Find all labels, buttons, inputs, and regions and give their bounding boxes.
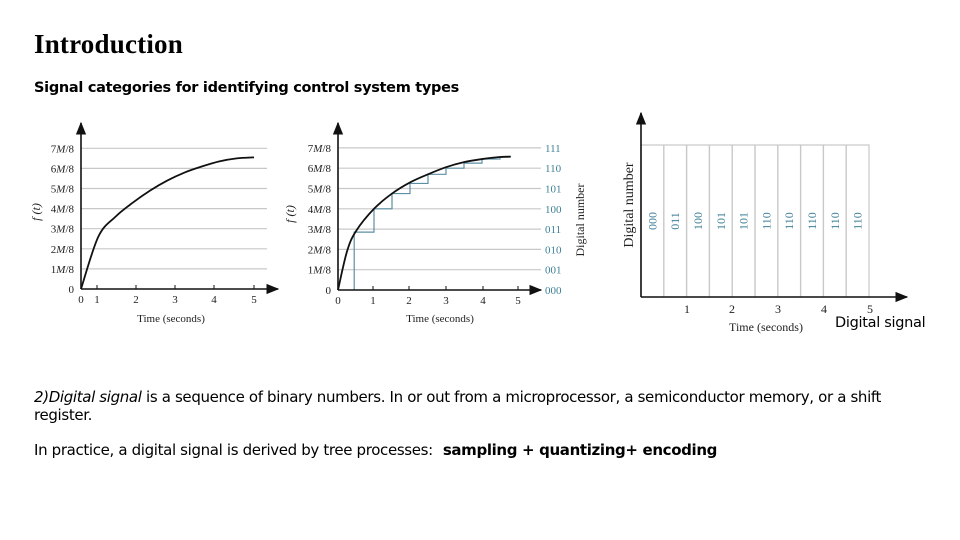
c2-y2-axis-label: Digital number <box>573 184 587 257</box>
c2-digital-tick-label: 100 <box>545 204 562 216</box>
digital-signal-caption: Digital signal <box>835 315 926 331</box>
c2-y-tick-label: 4M/8 <box>308 204 332 216</box>
c1-y-tick-label: 2M/8 <box>51 244 75 256</box>
c3-x-tick-label: 2 <box>729 302 735 316</box>
c2-x-tick-label: 2 <box>406 295 412 307</box>
c2-y-tick-label: 1M/8 <box>308 265 332 277</box>
c2-y-tick-label: 6M/8 <box>308 163 332 175</box>
c2-gridlines <box>338 147 541 271</box>
c2-y-tick-labels: 0 1M/8 2M/8 3M/8 4M/8 5M/8 6M/8 7M/8 <box>308 143 332 297</box>
c2-digital-tick-label: 101 <box>545 184 562 196</box>
c3-x-tick-label: 3 <box>775 302 781 316</box>
definition-term: 2)Digital signal <box>34 388 142 406</box>
analog-signal-chart: 01M/82M/83M/84M/85M/86M/87M/8 012345 Tim… <box>29 121 280 325</box>
c1-y-axis-label: f (t) <box>29 203 43 221</box>
c1-y-tick-label: 4M/8 <box>51 204 75 216</box>
c3-x-axis-label: Time (seconds) <box>729 320 803 334</box>
c3-x-tick-label: 5 <box>867 302 873 316</box>
c1-y-tick-label: 0 <box>69 284 75 296</box>
c3-code-label: 110 <box>828 212 842 230</box>
c1-y-tick-label: 6M/8 <box>51 163 75 175</box>
c1-x-tick-label: 4 <box>211 294 217 306</box>
c3-code-cells: 000 011 100 101 101 110 110 110 110 110 <box>645 145 865 297</box>
c1-y-tick-label: 3M/8 <box>51 224 75 236</box>
c3-code-label: 110 <box>851 212 865 230</box>
definition-text: is a sequence of binary numbers. In or o… <box>34 388 882 424</box>
c2-x-tick-label: 5 <box>515 295 521 307</box>
c1-x-tick-label: 1 <box>94 294 100 306</box>
c2-digital-tick-label: 001 <box>545 265 562 277</box>
c1-x-tick-label: 0 <box>78 294 84 306</box>
digital-signal-chart: 000 011 100 101 101 110 110 110 110 110 1 2 3 4 5 Tim… <box>622 111 909 334</box>
c2-x-axis-label: Time (seconds) <box>406 313 474 325</box>
c2-x-tick-label: 1 <box>370 295 376 307</box>
c3-code-label: 100 <box>691 212 705 230</box>
c1-x-axis-label: Time (seconds) <box>137 313 205 325</box>
c3-code-label: 101 <box>714 212 728 230</box>
c3-code-label: 000 <box>645 212 659 230</box>
c1-x-tick-label: 5 <box>251 294 257 306</box>
c2-y-tick-label: 5M/8 <box>308 184 332 196</box>
c1-x-tick-label: 2 <box>133 294 139 306</box>
c1-y-tick-label: 5M/8 <box>51 184 75 196</box>
c3-x-tick-labels: 1 2 3 4 5 <box>684 302 873 316</box>
c3-code-label: 011 <box>668 212 682 230</box>
digital-signal-definition: 2)Digital signal is a sequence of binary… <box>34 388 934 424</box>
c3-code-label: 110 <box>782 212 796 230</box>
c3-x-tick-label: 1 <box>684 302 690 316</box>
c3-code-label: 110 <box>759 212 773 230</box>
c2-digital-tick-label: 110 <box>545 163 562 175</box>
c2-y-tick-label: 2M/8 <box>308 244 332 256</box>
c2-y-tick-label: 3M/8 <box>308 224 332 236</box>
c1-gridlines <box>81 147 267 270</box>
process-statement: In practice, a digital signal is derived… <box>34 441 934 459</box>
c2-y-tick-label: 0 <box>326 285 332 297</box>
c3-code-label: 101 <box>737 212 751 230</box>
c1-y-tick-label: 7M/8 <box>51 143 75 155</box>
c1-y-tick-label: 1M/8 <box>51 264 75 276</box>
c2-y-tick-label: 7M/8 <box>308 143 332 155</box>
c1-x-tick-labels: 01 2 3 4 5 <box>78 285 257 306</box>
c3-code-label: 110 <box>805 212 819 230</box>
c2-digital-labels: 000 001 010 011 100 101 110 111 <box>545 143 562 297</box>
c2-x-tick-label: 4 <box>480 295 486 307</box>
c2-x-tick-label: 0 <box>335 295 341 307</box>
c2-digital-tick-label: 011 <box>545 224 561 236</box>
c2-digital-tick-label: 111 <box>545 143 561 155</box>
process-text: In practice, a digital signal is derived… <box>34 441 433 459</box>
c2-x-tick-label: 3 <box>443 295 449 307</box>
sampled-signal-chart: 01M/82M/83M/84M/85M/86M/87M/8 0000010100… <box>283 121 587 325</box>
c1-x-tick-label: 3 <box>172 294 178 306</box>
c1-y-tick-labels: 0 1M/8 2M/8 3M/8 4M/8 5M/8 6M/8 7M/8 <box>51 143 75 296</box>
c3-x-tick-label: 4 <box>821 302 827 316</box>
c3-y-axis-label: Digital number <box>622 162 637 247</box>
process-steps: sampling + quantizing+ encoding <box>442 441 718 459</box>
signal-figures: 01M/82M/83M/84M/85M/86M/87M/8 012345 Tim… <box>29 111 909 334</box>
c2-digital-tick-label: 010 <box>545 244 562 256</box>
c2-digital-tick-label: 000 <box>545 285 562 297</box>
c2-x-tick-labels: 0 1 2 3 4 5 <box>335 286 521 307</box>
c2-y-axis-label: f (t) <box>283 205 297 223</box>
